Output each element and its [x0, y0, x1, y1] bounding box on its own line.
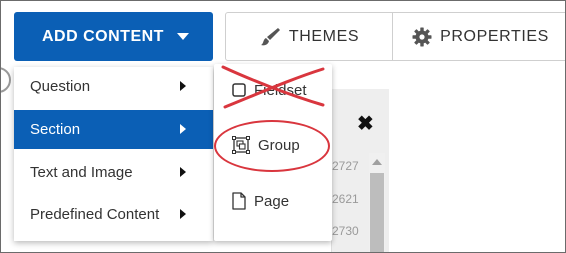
chevron-right-icon — [180, 167, 186, 177]
scroll-up-icon[interactable] — [372, 159, 382, 165]
background-number: 2730 — [332, 224, 359, 238]
menu-item-label: Text and Image — [30, 164, 133, 181]
menu-item-label: Section — [30, 121, 81, 138]
themes-label: THEMES — [288, 27, 360, 45]
screenshot-frame: ✖ 2727 2621 2730 ADD CONTENT THEMES PROP… — [0, 0, 566, 253]
chevron-right-icon — [180, 124, 186, 134]
add-content-menu: Question Section Text and Image Predefin… — [14, 67, 213, 241]
strike-through-annotation — [221, 65, 325, 109]
properties-label: PROPERTIES — [440, 27, 549, 45]
menu-item-label: Question — [30, 78, 91, 95]
submenu-item-label: Page — [254, 192, 290, 210]
chevron-right-icon — [180, 81, 186, 91]
toolbar-tabs: THEMES PROPERTIES — [225, 12, 565, 61]
add-content-button[interactable]: ADD CONTENT — [14, 12, 213, 61]
close-icon[interactable]: ✖ — [357, 111, 374, 136]
properties-button[interactable]: PROPERTIES — [393, 13, 565, 60]
background-number: 2727 — [332, 159, 359, 173]
paintbrush-icon — [260, 27, 280, 45]
background-number: 2621 — [332, 192, 359, 206]
menu-item-section[interactable]: Section — [14, 110, 213, 149]
gear-icon — [412, 27, 432, 46]
menu-item-text-and-image[interactable]: Text and Image — [14, 153, 213, 192]
chevron-right-icon — [180, 209, 186, 219]
submenu-item-page[interactable]: Page — [214, 181, 332, 221]
page-icon — [232, 192, 246, 210]
radio-circle-partial — [1, 67, 11, 93]
scrollbar-thumb[interactable] — [370, 173, 384, 252]
caret-down-icon — [177, 33, 189, 40]
add-content-label: ADD CONTENT — [42, 27, 164, 45]
menu-item-predefined-content[interactable]: Predefined Content — [14, 195, 213, 234]
menu-item-question[interactable]: Question — [14, 67, 213, 106]
highlight-circle-annotation — [214, 120, 330, 172]
themes-button[interactable]: THEMES — [226, 13, 394, 60]
menu-item-label: Predefined Content — [30, 206, 160, 223]
